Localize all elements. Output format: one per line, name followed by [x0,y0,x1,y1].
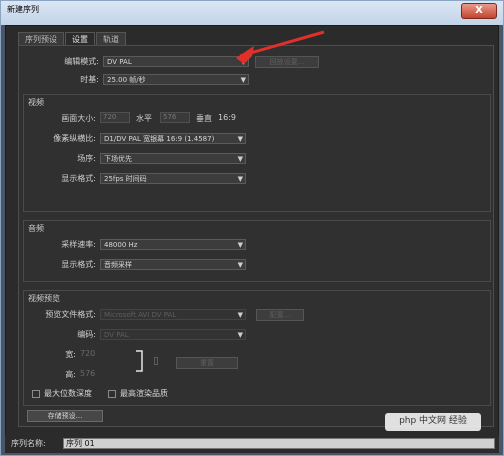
title-bar: 新建序列 X [1,1,503,25]
video-group: 视频 画面大小: 720 水平 576 垂直 16:9 像素纵横比: D1/DV… [23,94,491,212]
codec-label: 编码: [77,330,96,339]
fields-select[interactable]: 下场优先 ▼ [100,153,246,164]
video-preview-group: 视频预览 预览文件格式: Microsoft AVI DV PAL ▼ 配置..… [23,290,491,406]
tab-tracks[interactable]: 轨道 [96,32,126,46]
horizontal-label: 水平 [136,114,152,123]
frame-size-label: 画面大小: [61,114,96,123]
editing-mode-label: 编辑模式: [64,57,99,66]
link-bracket-icon [136,350,143,372]
sequence-name-bar: 序列名称: 序列 01 [5,435,499,453]
chevron-down-icon: ▼ [237,261,243,269]
dialog-body: 序列预设 设置 轨道 编辑模式: DV PAL ▼ 回放设置... 时基: 25… [5,25,499,453]
playback-settings-button[interactable]: 回放设置... [255,56,319,68]
chevron-down-icon: ▼ [237,241,243,249]
sample-rate-select[interactable]: 48000 Hz ▼ [100,239,246,250]
fields-value: 下场优先 [104,155,132,163]
display-format-select[interactable]: 25fps 时间码 ▼ [100,173,246,184]
video-group-title: 视频 [28,98,44,107]
pixel-aspect-value: D1/DV PAL 宽银幕 16:9 (1.4587) [104,135,215,143]
audio-group-title: 音频 [28,224,44,233]
height-label: 高: [65,370,76,379]
chevron-down-icon: ▼ [237,155,243,163]
codec-value: DV PAL [104,331,129,339]
tab-sequence-presets[interactable]: 序列预设 [18,32,64,46]
video-preview-title: 视频预览 [28,294,60,303]
codec-select[interactable]: DV PAL ▼ [100,329,246,340]
timebase-select[interactable]: 25.00 帧/秒 ▼ [103,74,249,85]
max-bit-depth-label: 最大位数深度 [44,389,92,398]
dialog-window: 新建序列 X 序列预设 设置 轨道 编辑模式: DV PAL ▼ 回放设置...… [0,0,504,456]
preview-file-format-value: Microsoft AVI DV PAL [104,311,177,319]
frame-width-field: 720 [100,112,130,123]
fields-label: 场序: [77,154,96,163]
vertical-label: 垂直 [196,114,212,123]
editing-mode-value: DV PAL [107,58,132,66]
frame-height-field: 576 [160,112,190,123]
preview-file-format-label: 预览文件格式: [45,310,96,319]
max-render-quality-label: 最高渲染品质 [120,389,168,398]
configure-button[interactable]: 配置... [256,309,304,321]
settings-panel: 编辑模式: DV PAL ▼ 回放设置... 时基: 25.00 帧/秒 ▼ 视… [18,45,494,427]
sequence-name-label: 序列名称: [11,439,46,448]
display-format-label: 显示格式: [61,174,96,183]
reset-button[interactable]: 重置 [176,357,238,369]
sample-rate-label: 采样速率: [61,240,96,249]
audio-display-format-value: 音频采样 [104,261,132,269]
watermark: php 中文网 经验 [385,413,481,431]
chevron-down-icon: ▼ [237,331,243,339]
pixel-aspect-label: 像素纵横比: [53,134,96,143]
chevron-down-icon: ▼ [237,311,243,319]
close-button[interactable]: X [461,3,497,19]
audio-display-format-select[interactable]: 音频采样 ▼ [100,259,246,270]
width-label: 宽: [65,350,76,359]
audio-display-format-label: 显示格式: [61,260,96,269]
pixel-aspect-select[interactable]: D1/DV PAL 宽银幕 16:9 (1.4587) ▼ [100,133,246,144]
display-format-value: 25fps 时间码 [104,175,147,183]
preview-height-value: 576 [80,369,96,378]
max-bit-depth-checkbox[interactable] [32,390,40,398]
sample-rate-value: 48000 Hz [104,241,138,249]
sequence-name-input[interactable]: 序列 01 [63,438,495,449]
chain-link-icon [154,357,158,365]
aspect-text: 16:9 [218,113,236,122]
window-title: 新建序列 [7,5,39,14]
timebase-label: 时基: [80,75,99,84]
tab-strip: 序列预设 设置 轨道 [18,32,127,46]
chevron-down-icon: ▼ [240,76,246,84]
preview-file-format-select[interactable]: Microsoft AVI DV PAL ▼ [100,309,246,320]
chevron-down-icon: ▼ [237,135,243,143]
audio-group: 音频 采样速率: 48000 Hz ▼ 显示格式: 音频采样 ▼ [23,220,491,282]
chevron-down-icon: ▼ [237,175,243,183]
timebase-value: 25.00 帧/秒 [107,76,146,84]
preview-width-value: 720 [80,349,96,358]
tab-settings[interactable]: 设置 [65,32,95,46]
save-preset-button[interactable]: 存储预设... [27,410,103,422]
max-render-quality-checkbox[interactable] [108,390,116,398]
editing-mode-select[interactable]: DV PAL ▼ [103,56,249,67]
chevron-down-icon: ▼ [240,58,246,66]
